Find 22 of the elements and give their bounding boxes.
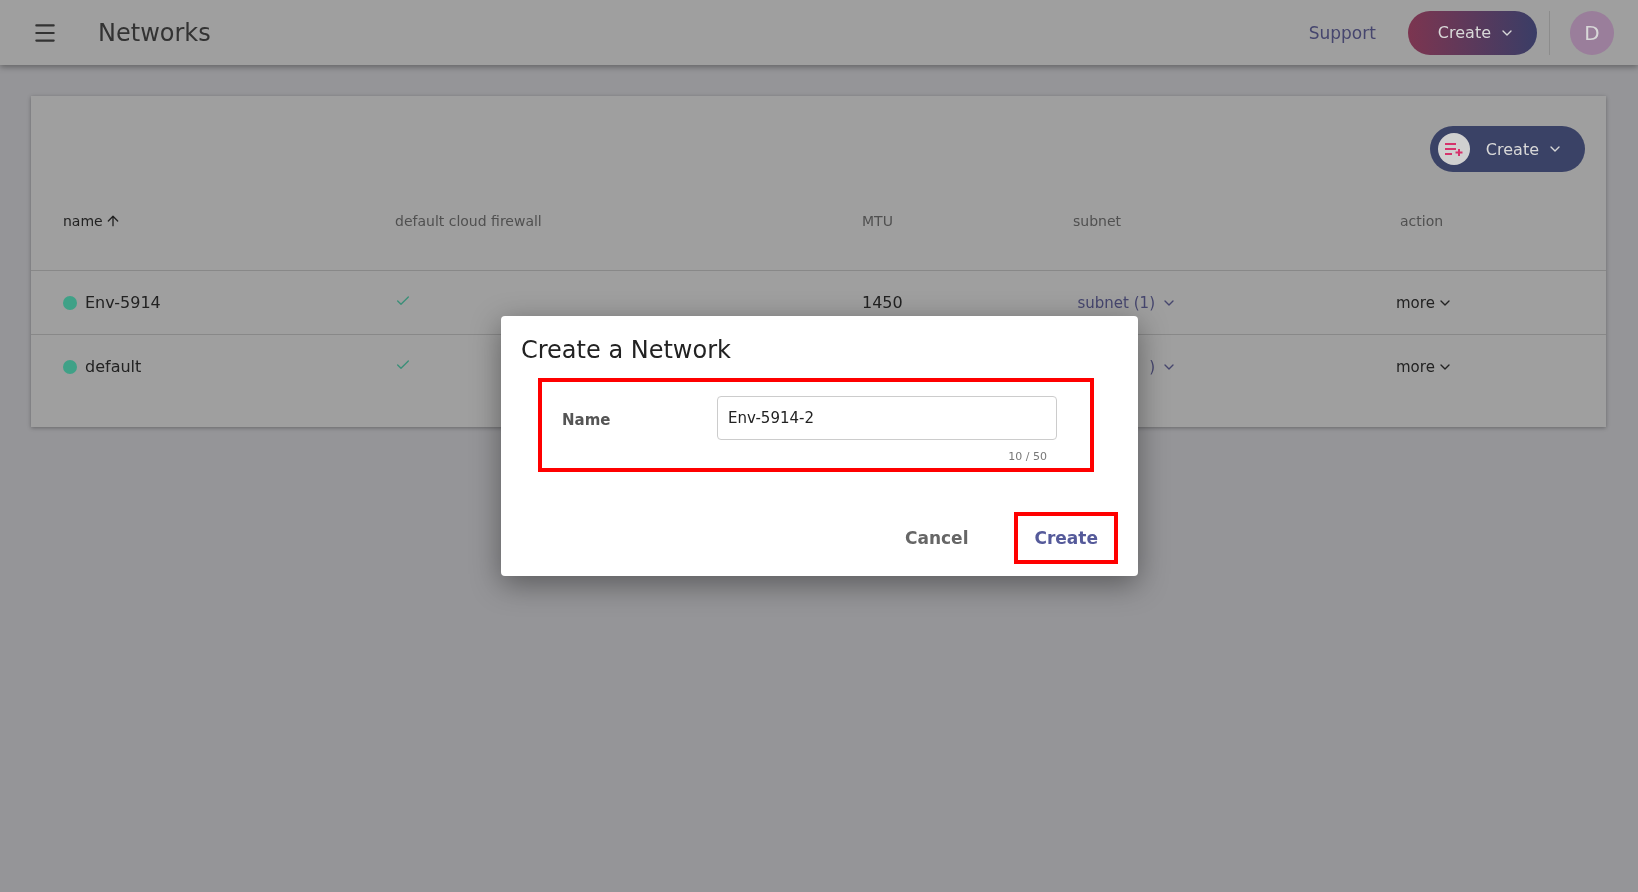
page-title: Networks (98, 18, 212, 47)
dialog-title: Create a Network (521, 336, 732, 364)
column-header[interactable]: name (63, 213, 395, 229)
more-link[interactable]: more (1396, 294, 1453, 312)
column-header[interactable]: MTU (862, 213, 1073, 229)
network-name: default (63, 357, 395, 376)
network-name: Env-5914 (63, 293, 395, 312)
list-plus-icon (1443, 141, 1464, 157)
mtu-value: 1450 (862, 293, 903, 312)
name-input-field[interactable]: Env-5914-2 (717, 396, 1057, 440)
subnet-link[interactable]: subnet (1) (1073, 294, 1177, 312)
column-header[interactable]: subnet (1073, 213, 1400, 229)
column-header[interactable]: action (1400, 213, 1606, 229)
create-button[interactable]: Create (1014, 512, 1118, 564)
create-button[interactable]: Create (1429, 126, 1585, 172)
field-label: Name (562, 411, 612, 431)
subnet-link[interactable]: ) (1073, 358, 1177, 376)
character-counter: 10 / 50 (1008, 450, 1047, 463)
column-header[interactable]: default cloud firewall (395, 213, 862, 229)
create-button[interactable]: Create (1407, 10, 1537, 55)
more-link[interactable]: more (1396, 358, 1453, 376)
support-link[interactable]: Support (1308, 22, 1376, 43)
